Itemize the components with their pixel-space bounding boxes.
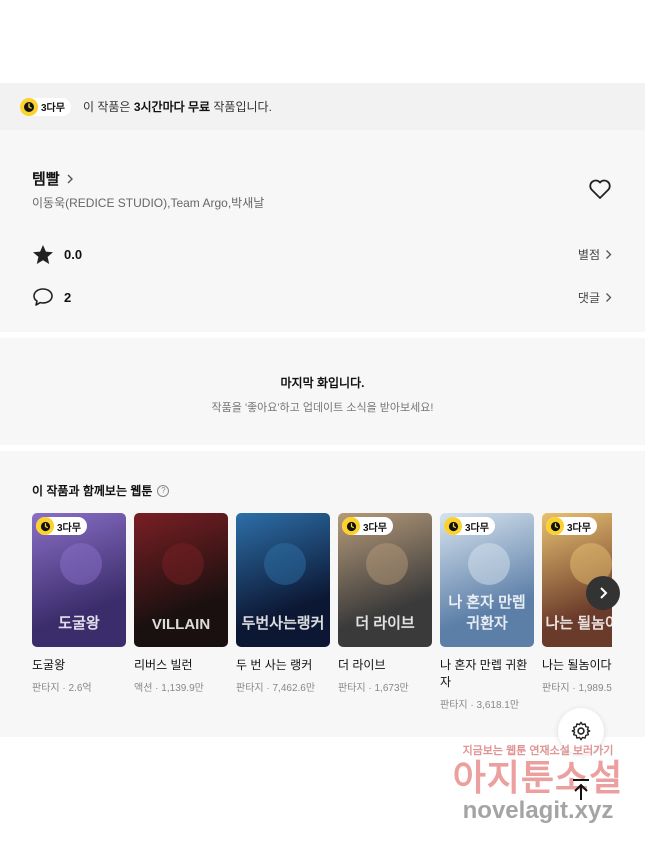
work-title: 템빨 (32, 171, 60, 188)
cover-figure (60, 543, 102, 585)
notice-text: 이 작품은 3시간마다 무료 작품입니다. (82, 100, 272, 114)
free-notice-banner: 3다무 이 작품은 3시간마다 무료 작품입니다. (0, 83, 645, 130)
cover-figure (264, 543, 306, 585)
badge-label: 3다무 (57, 522, 81, 534)
rating-row: 0.0 별점 (32, 244, 612, 265)
gear-icon (571, 721, 591, 741)
clock-icon (444, 517, 462, 535)
work-authors: 이동욱(REDICE STUDIO),Team Argo,박새날 (32, 196, 265, 210)
cover-title-art: 나는 될놈이다 (545, 615, 612, 632)
last-episode-subtext: 작품을 '좋아요'하고 업데이트 소식을 받아보세요! (211, 402, 434, 414)
clock-icon (20, 97, 38, 116)
webtoon-meta: 판타지 · 1,673만 (338, 683, 409, 694)
wait-free-badge: 3다무 (342, 517, 393, 535)
webtoon-thumbnail[interactable]: 도굴왕 3다무 (32, 513, 126, 647)
last-episode-panel: 마지막 화입니다. 작품을 '좋아요'하고 업데이트 소식을 받아보세요! (0, 338, 645, 445)
comments-count: 2 (64, 289, 72, 305)
badge-label: 3다무 (567, 522, 591, 534)
recommendation-list: 도굴왕 3다무도굴왕판타지 · 2.6억 VILLAIN 리버스 빌런액션 · 1,1… (32, 513, 612, 723)
webtoon-title[interactable]: 나 혼자 만렙 귀환자 (440, 657, 534, 691)
recommendation-section: 이 작품과 함께보는 웹툰 ? 도굴왕 3다무도굴왕판타지 · 2.6억 VILLA… (0, 451, 645, 737)
rating-link[interactable]: 별점 (578, 246, 612, 263)
webtoon-card[interactable]: 나 혼자 만렙 귀환자 3다무나 혼자 만렙 귀환자판타지 · 3,618.1만 (440, 513, 534, 711)
star-icon (32, 244, 54, 265)
webtoon-meta: 판타지 · 2.6억 (32, 683, 92, 694)
work-info-panel: 템빨 이동욱(REDICE STUDIO),Team Argo,박새날 0.0 … (0, 130, 645, 332)
arrow-up-icon (573, 779, 589, 800)
recommendation-title: 이 작품과 함께보는 웹툰 ? (32, 482, 170, 499)
watermark-line3: novelagit.xyz (462, 797, 614, 824)
webtoon-card[interactable]: 두번사는랭커두 번 사는 랭커판타지 · 7,462.6만 (236, 513, 330, 694)
badge-label: 3다무 (41, 103, 65, 114)
webtoon-thumbnail[interactable]: 나 혼자 만렙 귀환자 3다무 (440, 513, 534, 647)
cover-title-art: 두번사는랭커 (241, 615, 325, 632)
comment-icon (32, 287, 54, 307)
webtoon-thumbnail[interactable]: 더 라이브 3다무 (338, 513, 432, 647)
clock-icon (546, 517, 564, 535)
webtoon-title[interactable]: 두 번 사는 랭커 (236, 657, 330, 674)
watermark-line2: 아지툰소설 (452, 757, 624, 798)
chevron-right-icon (66, 173, 74, 185)
comments-row: 2 댓글 (32, 287, 612, 307)
cover-figure (162, 543, 204, 585)
help-icon[interactable]: ? (157, 484, 170, 497)
webtoon-title[interactable]: 더 라이브 (338, 657, 432, 674)
webtoon-meta: 액션 · 1,139.9만 (134, 683, 204, 694)
webtoon-card[interactable]: 도굴왕 3다무도굴왕판타지 · 2.6억 (32, 513, 126, 694)
webtoon-card[interactable]: VILLAIN 리버스 빌런액션 · 1,139.9만 (134, 513, 228, 694)
cover-title-art: 나 혼자 만렙 귀환자 (448, 594, 526, 632)
watermark: 지금보는 웹툰 연재소설 보러가기 아지툰소설 novelagit.xyz (443, 742, 633, 824)
cover-title-art: 도굴왕 (58, 615, 100, 632)
rating-value: 0.0 (64, 247, 83, 262)
wait-free-badge: 3다무 (444, 517, 495, 535)
webtoon-meta: 판타지 · 3,618.1만 (440, 700, 520, 711)
watermark-line1: 지금보는 웹툰 연재소설 보러가기 (462, 745, 614, 757)
wait-free-badge: 3다무 (36, 517, 87, 535)
wait-free-badge: 3다무 (546, 517, 597, 535)
webtoon-card[interactable]: 더 라이브 3다무더 라이브판타지 · 1,673만 (338, 513, 432, 694)
work-title-link[interactable]: 템빨 (32, 168, 74, 189)
cover-figure (468, 543, 510, 585)
webtoon-thumbnail[interactable]: 두번사는랭커 (236, 513, 330, 647)
clock-icon (36, 517, 54, 535)
cover-title-art: VILLAIN (151, 616, 211, 633)
last-episode-heading: 마지막 화입니다. (280, 376, 365, 390)
scroll-top-button[interactable] (568, 776, 594, 804)
chevron-right-icon (605, 249, 612, 260)
cover-title-art: 더 라이브 (355, 615, 415, 632)
webtoon-meta: 판타지 · 7,462.6만 (236, 683, 316, 694)
clock-icon (342, 517, 360, 535)
badge-label: 3다무 (363, 522, 387, 534)
webtoon-thumbnail[interactable]: VILLAIN (134, 513, 228, 647)
webtoon-title[interactable]: 도굴왕 (32, 657, 126, 674)
webtoon-title[interactable]: 리버스 빌런 (134, 657, 228, 674)
wait-free-badge: 3다무 (20, 97, 71, 116)
next-arrow-button[interactable] (586, 576, 620, 610)
chevron-right-icon (600, 587, 608, 599)
webtoon-title[interactable]: 나는 될놈이다 (542, 657, 612, 674)
badge-label: 3다무 (465, 522, 489, 534)
chevron-right-icon (605, 292, 612, 303)
heart-icon[interactable] (588, 178, 612, 205)
webtoon-meta: 판타지 · 1,989.5만 (542, 683, 612, 694)
comments-link[interactable]: 댓글 (578, 289, 612, 306)
cover-figure (366, 543, 408, 585)
